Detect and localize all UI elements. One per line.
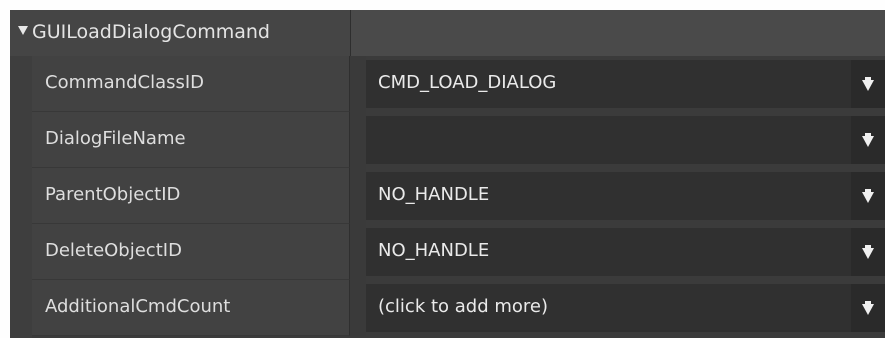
property-value-field[interactable]: NO_HANDLE: [366, 228, 885, 276]
property-value-field[interactable]: (click to add more): [366, 284, 885, 332]
property-name-cell: ParentObjectID: [32, 168, 350, 224]
property-value-field[interactable]: [366, 116, 885, 164]
dropdown-arrow-icon: [862, 304, 874, 315]
property-grid: GUILoadDialogCommand CommandClassID CMD_…: [10, 10, 885, 338]
property-name: ParentObjectID: [45, 184, 181, 205]
property-row-deleteobjectid: DeleteObjectID NO_HANDLE: [32, 224, 885, 280]
group-header-label-cell[interactable]: GUILoadDialogCommand: [10, 10, 351, 56]
cell-spacer: [350, 224, 366, 280]
cell-spacer: [350, 112, 366, 168]
property-name: DialogFileName: [45, 128, 186, 149]
group-header[interactable]: GUILoadDialogCommand: [10, 10, 885, 56]
property-name-cell: CommandClassID: [32, 56, 350, 112]
property-value-field[interactable]: NO_HANDLE: [366, 172, 885, 220]
dropdown-button[interactable]: [851, 116, 885, 164]
property-row-additionalcmdcount: AdditionalCmdCount (click to add more): [32, 280, 885, 336]
cell-spacer: [350, 168, 366, 224]
property-row-parentobjectid: ParentObjectID NO_HANDLE: [32, 168, 885, 224]
property-name: AdditionalCmdCount: [45, 296, 231, 317]
dropdown-button[interactable]: [851, 284, 885, 332]
dropdown-button[interactable]: [851, 60, 885, 108]
group-header-value-cell: [351, 10, 885, 56]
property-row-commandclassid: CommandClassID CMD_LOAD_DIALOG: [32, 56, 885, 112]
property-value-field[interactable]: CMD_LOAD_DIALOG: [366, 60, 885, 108]
property-name-cell: DialogFileName: [32, 112, 350, 168]
property-value: NO_HANDLE: [378, 240, 490, 261]
property-value: CMD_LOAD_DIALOG: [378, 72, 557, 93]
group-title: GUILoadDialogCommand: [32, 21, 270, 43]
property-name: DeleteObjectID: [45, 240, 182, 261]
property-value: NO_HANDLE: [378, 184, 490, 205]
property-name: CommandClassID: [45, 72, 205, 93]
property-value: (click to add more): [378, 296, 549, 317]
dropdown-button[interactable]: [851, 172, 885, 220]
property-name-cell: AdditionalCmdCount: [32, 280, 350, 336]
property-name-cell: DeleteObjectID: [32, 224, 350, 280]
dropdown-arrow-icon: [862, 192, 874, 203]
property-row-dialogfilename: DialogFileName: [32, 112, 885, 168]
cell-spacer: [350, 280, 366, 336]
collapse-triangle-icon[interactable]: [18, 26, 28, 35]
dropdown-button[interactable]: [851, 228, 885, 276]
dropdown-arrow-icon: [862, 136, 874, 147]
dropdown-arrow-icon: [862, 80, 874, 91]
cell-spacer: [350, 56, 366, 112]
indent-gutter: [10, 56, 32, 338]
dropdown-arrow-icon: [862, 248, 874, 259]
